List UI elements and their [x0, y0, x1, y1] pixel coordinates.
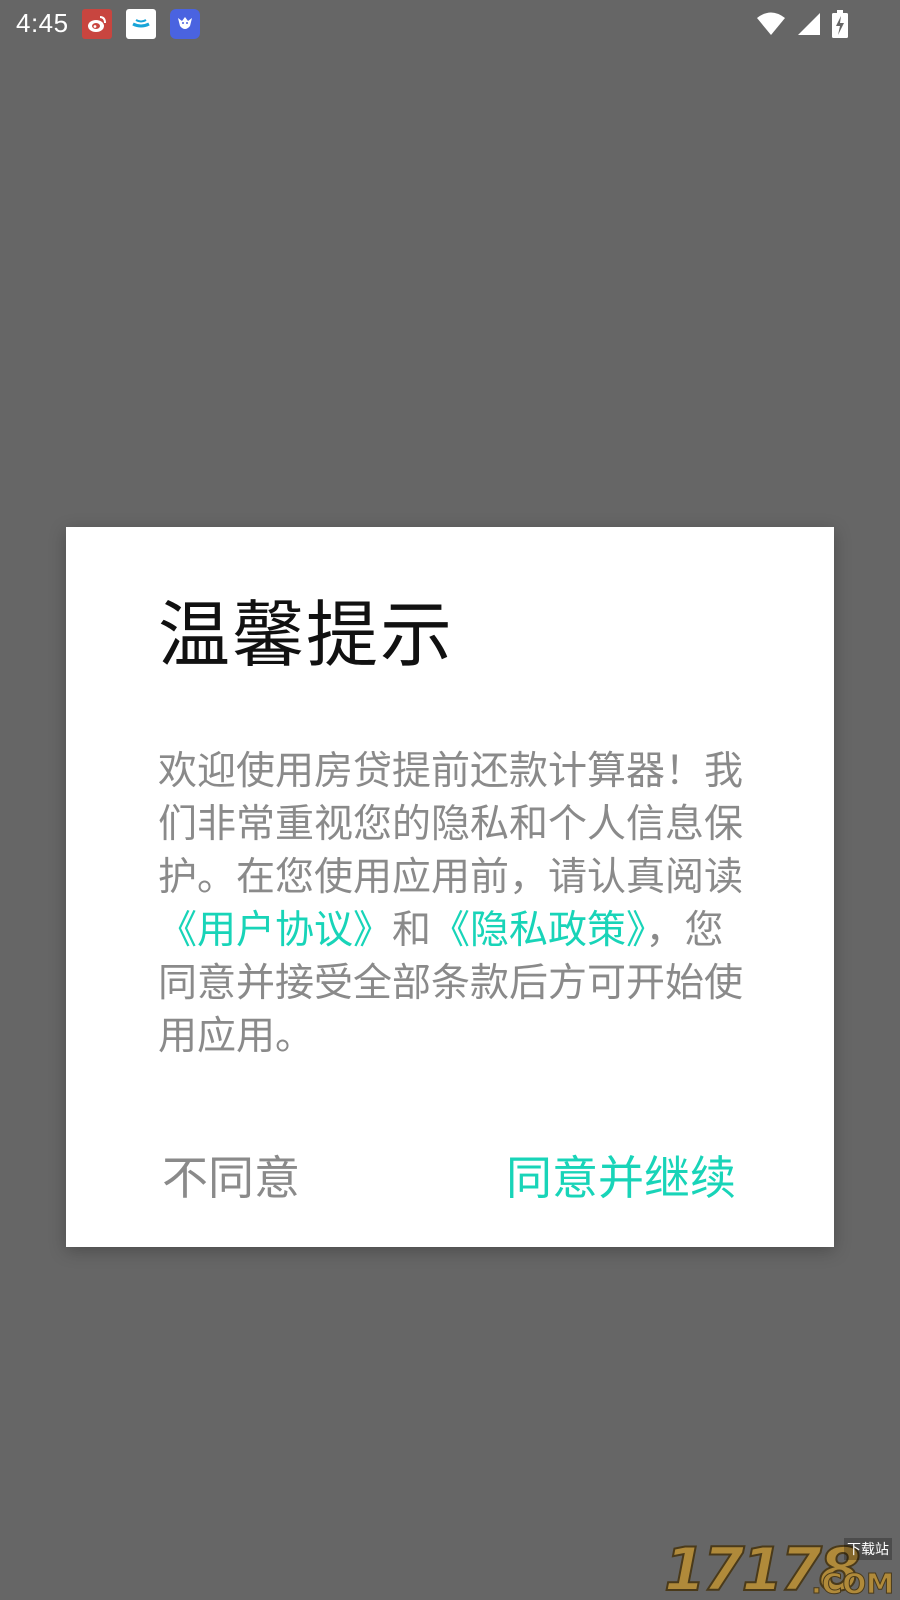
watermark-site-label: 下载站 — [844, 1538, 892, 1560]
privacy-dialog: 温馨提示 欢迎使用房贷提前还款计算器！我们非常重视您的隐私和个人信息保护。在您使… — [66, 527, 834, 1247]
status-time: 4:45 — [16, 8, 69, 38]
status-bar: 4:45 — [0, 0, 900, 48]
watermark-domain: .COM — [811, 1567, 895, 1600]
dialog-message: 欢迎使用房贷提前还款计算器！我们非常重视您的隐私和个人信息保护。在您使用应用前，… — [158, 745, 758, 1063]
dialog-title: 温馨提示 — [158, 593, 455, 677]
battery-charging-icon — [832, 10, 848, 42]
dialog-message-conjunction: 和 — [392, 908, 432, 953]
user-agreement-link[interactable]: 《用户协议》 — [158, 908, 392, 953]
weibo-icon — [82, 9, 112, 39]
cell-signal-icon — [796, 11, 822, 41]
privacy-policy-link[interactable]: 《隐私政策》 — [431, 908, 646, 953]
dialog-message-intro: 欢迎使用房贷提前还款计算器！我们非常重视您的隐私和个人信息保护。在您使用应用前，… — [158, 749, 744, 900]
app-notification-icon — [126, 9, 156, 39]
system-status-icons — [756, 10, 848, 42]
site-watermark: 17178 下载站 .COM — [663, 1538, 895, 1600]
bird-app-icon — [170, 9, 200, 39]
disagree-button[interactable]: 不同意 — [162, 1155, 300, 1201]
agree-and-continue-button[interactable]: 同意并继续 — [506, 1155, 736, 1201]
wifi-icon — [756, 11, 786, 41]
